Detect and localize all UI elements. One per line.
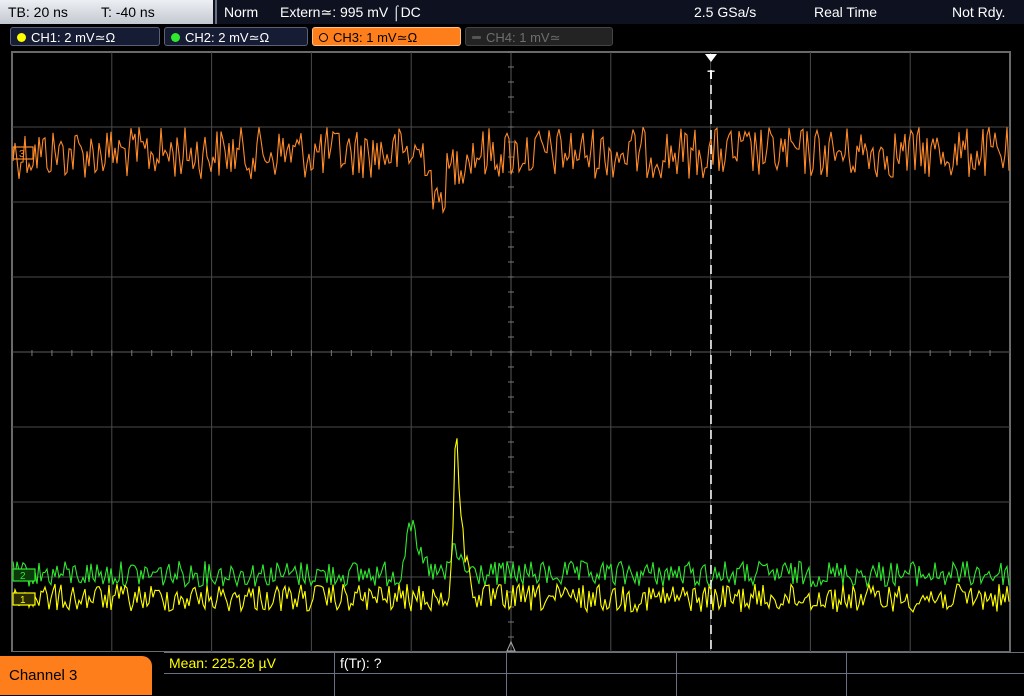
measurement-table[interactable]: Mean: 225.28 µV f(Tr): ? <box>164 652 1024 696</box>
timebase-box[interactable]: TB: 20 ns T: -40 ns <box>0 0 213 24</box>
status-separator <box>215 0 217 24</box>
status-bar: TB: 20 ns T: -40 ns Norm Extern≃: 995 mV… <box>0 0 1024 24</box>
tab-ch2-label: CH2: 2 mV≃Ω <box>185 30 270 45</box>
waveform-display[interactable]: T 3 2 1 <box>0 50 1024 652</box>
ch1-level-label: 1 <box>20 595 26 606</box>
run-state: Not Rdy. <box>952 4 1006 20</box>
trigger-time-label: T: -40 ns <box>101 4 155 20</box>
meas-col-divider <box>846 653 847 696</box>
ch2-level-label: 2 <box>20 571 26 582</box>
trigger-marker-label: T <box>707 68 715 82</box>
ch3-level-label: 3 <box>19 149 25 160</box>
tab-ch1-label: CH1: 2 mV≃Ω <box>31 30 116 45</box>
meas-row-divider <box>164 673 1024 674</box>
ch1-dot-icon <box>17 33 26 42</box>
waveform-canvas: T 3 2 1 <box>11 51 1011 652</box>
ch4-off-icon <box>472 36 481 39</box>
ch3-dot-icon <box>319 33 328 42</box>
trigger-frequency-measurement: f(Tr): ? <box>340 655 382 671</box>
channel-tabs: CH1: 2 mV≃Ω CH2: 2 mV≃Ω CH3: 1 mV≃Ω CH4:… <box>0 24 1024 50</box>
tab-ch2[interactable]: CH2: 2 mV≃Ω <box>164 27 308 46</box>
tab-ch4[interactable]: CH4: 1 mV≃ <box>465 27 613 46</box>
tab-ch3[interactable]: CH3: 1 mV≃Ω <box>312 27 461 46</box>
meas-col-divider <box>506 653 507 696</box>
trigger-source[interactable]: Extern≃: 995 mV ⌠DC <box>280 0 421 24</box>
timebase-label: TB: 20 ns <box>8 4 68 20</box>
tab-ch4-label: CH4: 1 mV≃ <box>486 30 561 45</box>
ch2-level-marker: 2 <box>12 568 36 582</box>
meas-col-divider <box>676 653 677 696</box>
tab-ch3-label: CH3: 1 mV≃Ω <box>333 30 418 45</box>
ch2-dot-icon <box>171 33 180 42</box>
bottom-bar: Channel 3 Mean: 225.28 µV f(Tr): ? <box>0 652 1024 696</box>
meas-col-divider <box>334 653 335 696</box>
acquisition-mode[interactable]: Norm <box>224 0 258 24</box>
ch1-level-marker: 1 <box>12 592 36 606</box>
tab-ch1[interactable]: CH1: 2 mV≃Ω <box>10 27 160 46</box>
mean-measurement: Mean: 225.28 µV <box>169 655 276 671</box>
sample-rate: 2.5 GSa/s <box>694 4 757 20</box>
acquisition-type: Real Time <box>814 4 878 20</box>
channel-3-button[interactable]: Channel 3 <box>0 656 152 695</box>
